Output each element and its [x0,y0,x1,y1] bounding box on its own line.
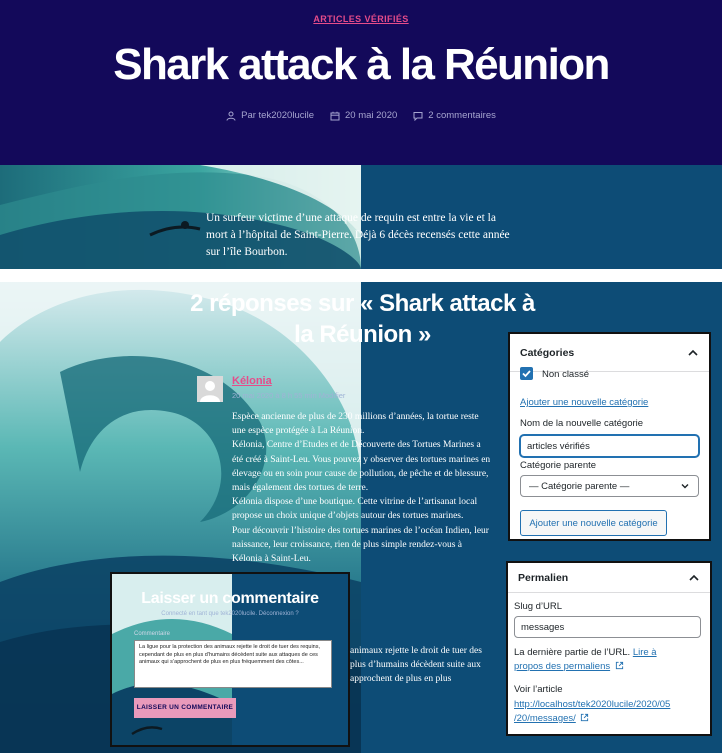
comment-author-link[interactable]: Kélonia [232,375,272,387]
categories-panel-header[interactable]: Catégories [510,334,709,372]
chevron-down-icon [681,484,689,489]
user-icon [226,111,236,121]
post-comments-link[interactable]: 2 commentaires [428,110,496,121]
logged-in-as[interactable]: Connecté en tant que tek2020lucile. Déco… [112,611,348,617]
view-post-url: http://localhost/tek2020lucile/2020/05 /… [514,698,708,726]
second-comment-fragment: animaux rejette le droit de tuer des plu… [350,646,482,684]
non-classe-checkbox[interactable] [520,367,533,380]
hero-caption: Un surfeur victime d’une attaque de requ… [206,212,510,258]
post-url-link[interactable]: http://localhost/tek2020lucile/2020/05 [514,699,670,710]
hero-image: Un surfeur victime d’une attaque de requ… [0,165,722,269]
post-title: Shark attack à la Réunion [113,40,610,89]
view-post-label: Voir l’article [514,684,563,695]
submit-comment-button[interactable]: LAISSER UN COMMENTAIRE [134,698,236,718]
comment-body: Espèce ancienne de plus de 230 millions … [232,412,491,565]
new-category-name-input[interactable]: articles vérifiés [520,435,699,457]
post-url-link-2[interactable]: /20/messages/ [514,713,576,724]
divider [0,269,722,282]
comment-edit-link[interactable]: Modifier [319,391,346,400]
chevron-up-icon[interactable] [687,347,699,359]
parent-category-value: — Catégorie parente — [529,480,630,492]
post-author-link[interactable]: Par tek2020lucile [241,110,314,121]
avatar [197,376,223,402]
external-link-icon [581,713,589,722]
slug-input[interactable]: messages [514,616,701,638]
new-category-name-label: Nom de la nouvelle catégorie [520,418,644,429]
parent-category-select[interactable]: — Catégorie parente — [520,475,699,497]
chevron-up-icon[interactable] [688,572,700,584]
comment-date-link[interactable]: 20 mai 2020 à 8 h 55 min [232,391,317,400]
calendar-icon [330,111,340,120]
categories-panel-title: Catégories [520,346,575,359]
comment-form: Laisser un commentaire Connecté en tant … [110,572,350,747]
external-link-icon [615,661,623,670]
parent-category-label: Catégorie parente [520,460,597,471]
permalink-help: La dernière partie de l’URL. Lire à prop… [514,647,657,672]
comment-label: Commentaire [134,631,171,637]
permalink-panel-title: Permalien [518,571,569,584]
permalink-help-link[interactable]: Lire à [633,647,657,658]
comment-textarea[interactable]: La ligue pour la protection des animaux … [134,640,332,688]
comment-icon [413,111,423,121]
add-category-link[interactable]: Ajouter une nouvelle catégorie [520,397,648,408]
permalink-panel-header[interactable]: Permalien [508,563,710,593]
comment-date: 20 mai 2020 à 8 h 55 min Modifier [232,391,345,400]
post-category-link[interactable]: ARTICLES VÉRIFIÉS [0,14,722,24]
add-category-button[interactable]: Ajouter une nouvelle catégorie [520,510,667,536]
comment-form-title: Laisser un commentaire [141,590,319,607]
permalink-panel: Permalien Slug d’URL messages La dernièr… [506,561,712,736]
non-classe-label: Non classé [542,369,589,380]
post-header: ARTICLES VÉRIFIÉS Shark attack à la Réun… [0,0,722,165]
permalink-help-link-2[interactable]: propos des permaliens [514,661,610,672]
slug-label: Slug d’URL [514,601,563,612]
categories-panel: Catégories Non classé Ajouter une nouvel… [508,332,711,541]
post-date-link[interactable]: 20 mai 2020 [345,110,397,121]
post-meta: Par tek2020lucile 20 mai 2020 2 commenta… [0,110,722,121]
